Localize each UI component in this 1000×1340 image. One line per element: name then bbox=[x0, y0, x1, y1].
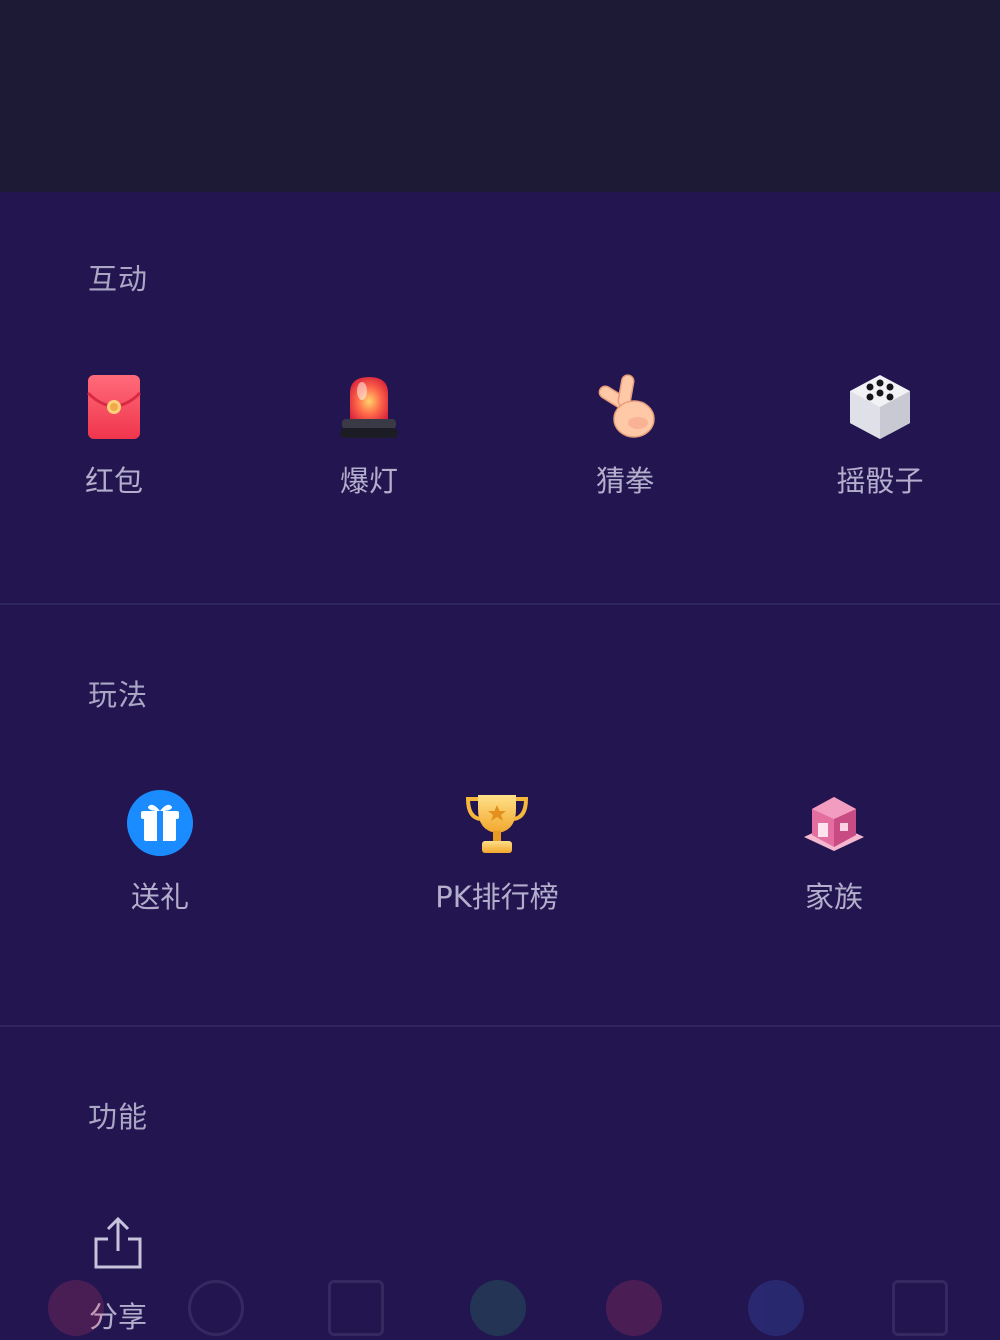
share-icon bbox=[83, 1208, 153, 1278]
item-label: PK排行榜 bbox=[435, 880, 559, 914]
item-label: 送礼 bbox=[130, 880, 189, 914]
more-actions-sheet bbox=[0, 192, 1000, 1340]
section-divider bbox=[0, 603, 1000, 605]
siren-lamp-icon bbox=[334, 372, 404, 442]
item-label: 猜拳 bbox=[595, 464, 654, 498]
mail-icon bbox=[328, 1280, 384, 1336]
item-pk-leaderboard[interactable]: PK排行榜 bbox=[417, 788, 577, 916]
item-label: 家族 bbox=[804, 880, 863, 914]
family-house-icon bbox=[799, 788, 869, 858]
section-divider bbox=[0, 1025, 1000, 1027]
item-label: 摇骰子 bbox=[836, 464, 924, 498]
grid-icon bbox=[892, 1280, 948, 1336]
background-toolbar bbox=[0, 1270, 1000, 1340]
gift-icon bbox=[748, 1280, 804, 1336]
dimmed-backdrop[interactable] bbox=[0, 0, 1000, 192]
item-red-envelope[interactable]: 红包 bbox=[34, 372, 194, 500]
item-siren-lamp[interactable]: 爆灯 bbox=[289, 372, 449, 500]
chat-icon bbox=[188, 1280, 244, 1336]
trophy-icon bbox=[462, 788, 532, 858]
item-rock-paper-scissors[interactable]: 猜拳 bbox=[545, 372, 705, 500]
item-send-gift[interactable]: 送礼 bbox=[80, 788, 240, 916]
section-title-gameplay: 玩法 bbox=[88, 678, 149, 712]
item-label: 红包 bbox=[84, 464, 143, 498]
victory-hand-icon bbox=[590, 372, 660, 442]
item-family[interactable]: 家族 bbox=[754, 788, 914, 916]
phone-icon bbox=[470, 1280, 526, 1336]
ghost-icon bbox=[48, 1280, 104, 1336]
section-title-functions: 功能 bbox=[88, 1100, 149, 1134]
item-label: 爆灯 bbox=[339, 464, 398, 498]
section-title-interaction: 互动 bbox=[88, 262, 149, 296]
item-roll-dice[interactable]: 摇骰子 bbox=[800, 372, 960, 500]
gift-icon bbox=[125, 788, 195, 858]
ghost-icon bbox=[606, 1280, 662, 1336]
dice-icon bbox=[845, 372, 915, 442]
red-envelope-icon bbox=[79, 372, 149, 442]
